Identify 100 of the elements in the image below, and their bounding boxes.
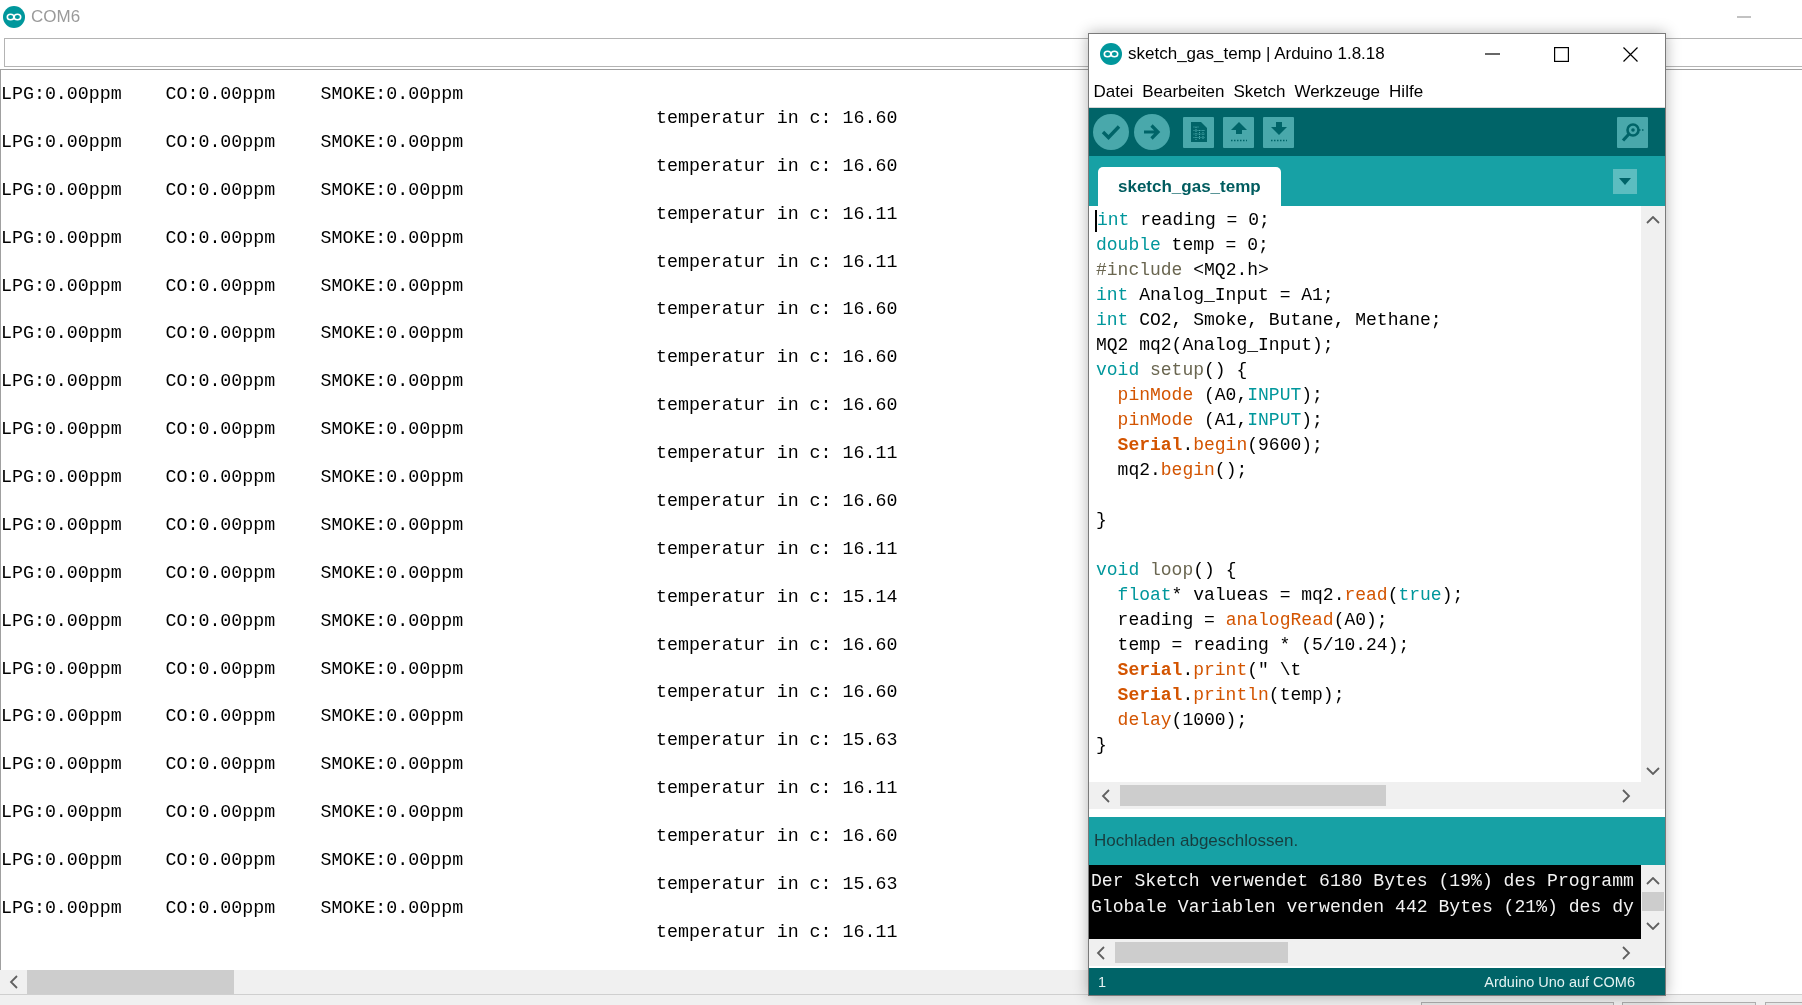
- scrollbar-thumb[interactable]: [27, 970, 234, 994]
- smoke-reading: SMOKE:0.00ppm: [320, 131, 464, 152]
- smoke-reading: SMOKE:0.00ppm: [320, 84, 464, 104]
- tab-menu-button[interactable]: [1613, 168, 1637, 194]
- console-line: Der Sketch verwendet 6180 Bytes (19%) des Programm: [1091, 871, 1634, 891]
- temperature-reading: temperatur in c: 15.63: [656, 730, 898, 751]
- menu-item[interactable]: Bearbeiten: [1137, 79, 1229, 102]
- vertical-scrollbar[interactable]: [1641, 206, 1665, 782]
- smoke-reading: SMOKE:0.00ppm: [320, 658, 464, 679]
- temperature-reading: temperatur in c: 15.14: [656, 586, 898, 607]
- lpg-reading: LPG:0.00ppm: [1, 419, 122, 440]
- horizontal-scrollbar[interactable]: [1089, 782, 1665, 809]
- code-line: float* valueas = mq2.read(true);: [1117, 584, 1464, 607]
- serial-monitor-button[interactable]: [1617, 116, 1648, 148]
- arrow-down-icon: [1269, 122, 1288, 142]
- menu-item[interactable]: Sketch: [1228, 79, 1290, 102]
- verify-button[interactable]: [1093, 114, 1129, 150]
- lpg-reading: LPG:0.00ppm: [1, 514, 122, 535]
- code-line: #include <MQ2.h>: [1096, 259, 1269, 282]
- co-reading: CO:0.00ppm: [165, 514, 276, 535]
- code-line: pinMode (A0,INPUT);: [1117, 384, 1323, 407]
- close-icon[interactable]: [1623, 46, 1638, 62]
- maximize-icon[interactable]: [1554, 46, 1569, 62]
- temperature-reading: temperatur in c: 16.60: [656, 299, 898, 320]
- code-line: mq2.begin();: [1117, 459, 1248, 482]
- window-title: sketch_gas_temp | Arduino 1.8.18: [1128, 44, 1385, 64]
- menu-item[interactable]: Werkzeuge: [1289, 79, 1385, 102]
- open-button[interactable]: [1223, 116, 1254, 148]
- scroll-left-icon[interactable]: [1096, 945, 1106, 960]
- window-title: COM6: [31, 7, 81, 27]
- board-port-label: Arduino Uno auf COM6: [1484, 973, 1635, 990]
- status-message: Hochladen abgeschlossen.: [1094, 831, 1299, 851]
- button-frame[interactable]: [1765, 1002, 1802, 1005]
- document-icon: [1190, 122, 1207, 142]
- lpg-reading: LPG:0.00ppm: [1, 562, 122, 583]
- code-line: MQ2 mq2(Analog_Input);: [1096, 334, 1334, 357]
- co-reading: CO:0.00ppm: [165, 754, 276, 775]
- temperature-reading: temperatur in c: 16.11: [656, 538, 898, 559]
- console-line: Globale Variablen verwenden 442 Bytes (21%) des dy: [1091, 896, 1634, 917]
- temperature-reading: temperatur in c: 15.63: [656, 873, 898, 894]
- magnifier-icon: [1620, 121, 1645, 143]
- smoke-reading: SMOKE:0.00ppm: [320, 371, 464, 392]
- dropdown-field[interactable]: [1421, 1002, 1614, 1005]
- menu-item[interactable]: Hilfe: [1384, 79, 1428, 102]
- co-reading: CO:0.00ppm: [165, 467, 276, 487]
- smoke-reading: SMOKE:0.00ppm: [320, 610, 464, 631]
- lpg-reading: LPG:0.00ppm: [1, 754, 122, 775]
- scroll-up-icon[interactable]: [1646, 216, 1660, 224]
- co-reading: CO:0.00ppm: [165, 419, 276, 440]
- temperature-reading: temperatur in c: 16.60: [656, 826, 898, 847]
- co-reading: CO:0.00ppm: [165, 897, 276, 918]
- dropdown-field[interactable]: [1622, 1002, 1756, 1005]
- lpg-reading: LPG:0.00ppm: [1, 658, 122, 679]
- scroll-right-icon[interactable]: [1621, 788, 1631, 803]
- code-line: Serial.println(temp);: [1117, 684, 1345, 707]
- scroll-right-icon[interactable]: [1621, 945, 1631, 960]
- lpg-reading: LPG:0.00ppm: [1, 227, 122, 248]
- temperature-reading: temperatur in c: 16.60: [656, 395, 898, 416]
- co-reading: CO:0.00ppm: [165, 850, 276, 870]
- temperature-reading: temperatur in c: 16.60: [656, 682, 898, 703]
- upload-button[interactable]: [1133, 114, 1170, 150]
- code-line: Serial.begin(9600);: [1117, 434, 1323, 457]
- smoke-reading: SMOKE:0.00ppm: [320, 179, 464, 200]
- co-reading: CO:0.00ppm: [165, 275, 276, 296]
- smoke-reading: SMOKE:0.00ppm: [320, 419, 464, 440]
- smoke-reading: SMOKE:0.00ppm: [320, 467, 464, 487]
- scroll-down-icon[interactable]: [1646, 922, 1660, 930]
- scrollbar-thumb[interactable]: [1120, 785, 1386, 806]
- co-reading: CO:0.00ppm: [165, 802, 276, 823]
- lpg-reading: LPG:0.00ppm: [1, 131, 122, 152]
- code-line: pinMode (A1,INPUT);: [1117, 409, 1323, 432]
- new-button[interactable]: [1183, 116, 1214, 148]
- lpg-reading: LPG:0.00ppm: [1, 275, 122, 296]
- scroll-left-icon[interactable]: [1101, 788, 1111, 803]
- scrollbar-thumb[interactable]: [1115, 942, 1288, 963]
- checkmark-icon: [1101, 124, 1121, 140]
- menu-item[interactable]: Datei: [1089, 79, 1138, 102]
- scroll-left-icon[interactable]: [9, 975, 19, 989]
- co-reading: CO:0.00ppm: [165, 562, 276, 583]
- caret-down-icon: [1619, 177, 1631, 185]
- co-reading: CO:0.00ppm: [165, 706, 276, 727]
- smoke-reading: SMOKE:0.00ppm: [320, 562, 464, 583]
- scrollbar-thumb[interactable]: [1642, 892, 1664, 911]
- line-number-label: 1: [1098, 973, 1107, 990]
- temperature-reading: temperatur in c: 16.60: [656, 155, 898, 176]
- code-line: void setup() {: [1096, 359, 1248, 382]
- code-line: }: [1096, 509, 1107, 532]
- lpg-reading: LPG:0.00ppm: [1, 467, 122, 487]
- horizontal-scrollbar[interactable]: [1089, 939, 1665, 966]
- temperature-reading: temperatur in c: 16.11: [656, 203, 898, 224]
- scroll-up-icon[interactable]: [1646, 877, 1660, 885]
- horizontal-scrollbar[interactable]: [0, 970, 1088, 994]
- smoke-reading: SMOKE:0.00ppm: [320, 706, 464, 727]
- vertical-scrollbar[interactable]: [1641, 865, 1665, 939]
- sketch-tab[interactable]: sketch_gas_temp: [1098, 167, 1281, 206]
- scroll-down-icon[interactable]: [1646, 767, 1660, 775]
- save-button[interactable]: [1263, 116, 1294, 148]
- smoke-reading: SMOKE:0.00ppm: [320, 275, 464, 296]
- co-reading: CO:0.00ppm: [165, 371, 276, 392]
- infinity-logo-icon: [1100, 43, 1122, 65]
